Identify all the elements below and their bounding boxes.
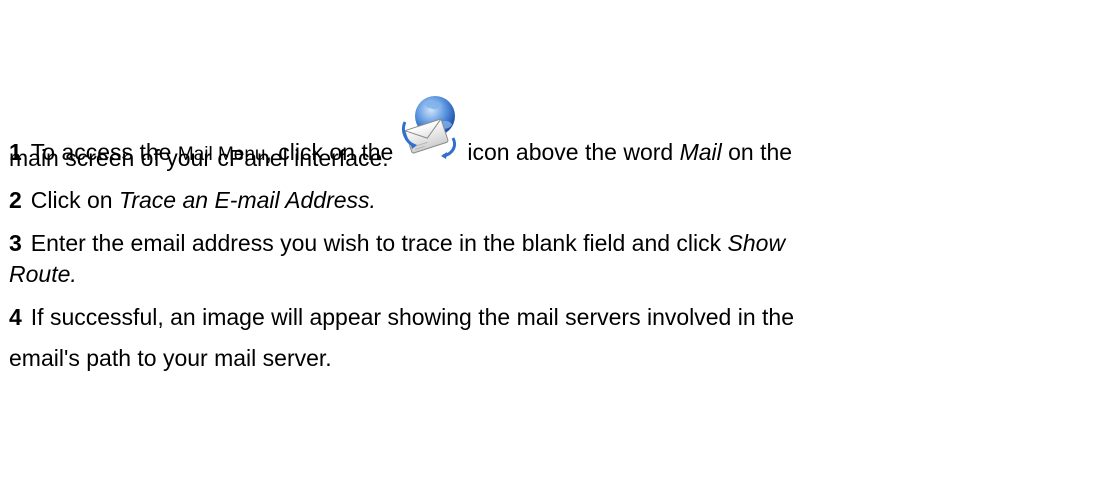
step-4-number: 4 xyxy=(9,304,22,330)
step-4-line-2: email's path to your mail server. xyxy=(9,345,332,371)
step-2-trace-link-text: Trace an E-mail Address. xyxy=(119,187,376,213)
mail-globe-icon xyxy=(397,96,465,178)
step-3-show-word: Show xyxy=(727,230,786,256)
step-1-mail-word: Mail xyxy=(679,139,722,165)
step-3-line-2: Route. xyxy=(9,261,77,287)
step-4-text: If successful, an image will appear show… xyxy=(30,304,794,330)
step-1-text-end: on the xyxy=(728,139,793,165)
step-4-line-1: 4 If successful, an image will appear sho… xyxy=(9,303,794,331)
step-1-line-2: main screen of your cPanel interface. xyxy=(9,145,389,171)
step-2-line: 2 Click on Trace an E-mail Address. xyxy=(9,186,376,214)
instructions-document: 1To access the Mail Menu, click on the xyxy=(0,0,1112,495)
step-3-number: 3 xyxy=(9,230,22,256)
step-3-text-before: Enter the email address you wish to trac… xyxy=(30,230,722,256)
step-1-text-after-icon: icon above the word xyxy=(467,139,674,165)
step-2-text-before: Click on xyxy=(30,187,113,213)
mail-globe-icon-graphic xyxy=(402,96,457,159)
step-2-number: 2 xyxy=(9,187,22,213)
step-3-line-1: 3 Enter the email address you wish to tra… xyxy=(9,229,785,257)
